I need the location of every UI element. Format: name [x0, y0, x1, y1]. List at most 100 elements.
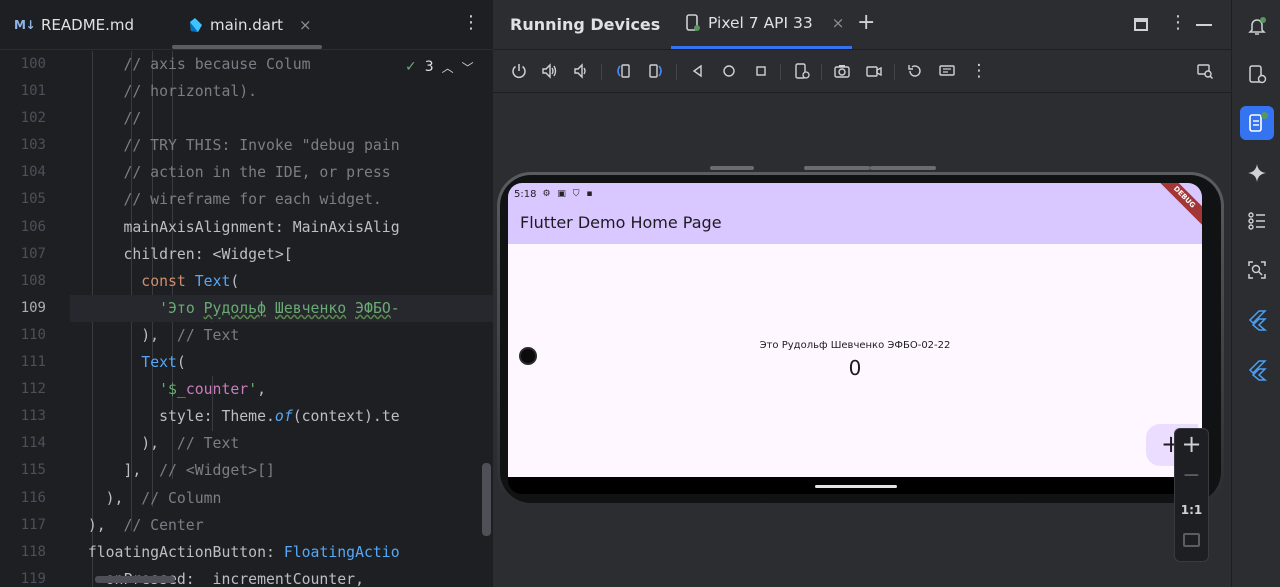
line-number: 100 [20, 56, 46, 72]
device-settings-icon[interactable] [791, 60, 813, 82]
app-bar: Flutter Demo Home Page [508, 205, 1202, 244]
code-line: // horizontal). [70, 83, 258, 101]
line-number: 110 [20, 326, 46, 343]
flutter-performance-icon[interactable] [1240, 353, 1274, 387]
line-number: 109 [20, 299, 46, 316]
navigation-bar [508, 477, 1202, 494]
panel-title: Running Devices [510, 15, 661, 34]
editor-tab-bar: M↓ README.md main.dart × ⋮ [0, 0, 493, 50]
code-line: // wireframe for each widget. [70, 191, 382, 209]
device-screen[interactable]: 5:18 ⚙ ▣ ⛉ ▪ Flutter Demo Home Page DEBU… [508, 183, 1202, 494]
running-devices-panel: Running Devices Pixel 7 API 33 × + ⋮ ⋮ 5… [493, 0, 1231, 587]
phone-button [710, 166, 754, 170]
maximize-icon[interactable] [1134, 18, 1148, 31]
app-title: Flutter Demo Home Page [520, 213, 722, 232]
line-number: 119 [20, 570, 46, 587]
zoom-in-button[interactable]: + [1175, 430, 1208, 458]
volume-down-icon[interactable] [570, 60, 592, 82]
device-manager-icon[interactable] [1240, 57, 1274, 91]
tab-main-dart[interactable]: main.dart × [187, 0, 312, 50]
line-number: 108 [20, 272, 46, 289]
flutter-inspector-icon[interactable] [1240, 303, 1274, 337]
code-line: ], // <Widget>[] [70, 462, 275, 480]
code-line: ), // Center [70, 516, 204, 534]
tab-label: main.dart [210, 16, 284, 34]
running-devices-icon[interactable] [1240, 106, 1274, 140]
tab-label: README.md [41, 16, 135, 34]
app-body: Это Рудольф Шевченко ЭФБО-02-22 0 + [508, 244, 1202, 477]
line-number: 102 [20, 110, 46, 127]
line-number: 115 [20, 462, 46, 479]
power-icon[interactable] [508, 60, 530, 82]
device-tab-label: Pixel 7 API 33 [708, 14, 813, 32]
reset-icon[interactable] [904, 60, 926, 82]
dart-icon [190, 18, 202, 32]
inspection-widget[interactable]: ✓ 3 ︿ ﹀ [402, 55, 474, 79]
emulator-display: 5:18 ⚙ ▣ ⛉ ▪ Flutter Demo Home Page DEBU… [493, 94, 1231, 587]
overview-icon[interactable] [750, 60, 772, 82]
code-line: ), // Text [70, 326, 240, 344]
tab-pixel-7[interactable]: Pixel 7 API 33 × [685, 14, 844, 32]
line-number: 116 [20, 489, 46, 506]
minimize-icon[interactable] [1196, 24, 1212, 26]
close-icon[interactable]: × [832, 14, 845, 32]
line-number: 112 [20, 381, 46, 398]
code-line: // action in the IDE, or press [70, 164, 391, 182]
find-icon[interactable] [1194, 60, 1216, 82]
rotate-right-icon[interactable] [645, 60, 667, 82]
code-line: // [70, 110, 142, 128]
line-number: 106 [20, 218, 46, 235]
student-message: Это Рудольф Шевченко ЭФБО-02-22 [759, 340, 951, 351]
check-icon: ✓ [405, 59, 417, 75]
volume-up-icon[interactable] [539, 60, 561, 82]
chevron-up-icon[interactable]: ︿ [442, 59, 454, 76]
line-number: 114 [20, 435, 46, 452]
tab-readme[interactable]: M↓ README.md [14, 0, 134, 50]
gesture-handle[interactable] [815, 485, 897, 488]
line-number: 107 [20, 245, 46, 262]
emulator-toolbar: ⋮ [493, 51, 1231, 93]
code-line-current: 'Это Рудольф Шевченко ЭФБО- [70, 294, 493, 322]
toolbar-separator [780, 64, 781, 80]
rotate-left-icon[interactable] [612, 60, 634, 82]
horizontal-scrollbar[interactable] [95, 576, 175, 583]
line-number: 117 [20, 516, 46, 533]
code-line: const Text( [141, 272, 240, 290]
zoom-out-button[interactable]: − [1175, 463, 1208, 488]
more-icon[interactable]: ⋮ [1169, 12, 1187, 33]
add-tab-icon[interactable]: + [857, 10, 875, 35]
status-bar: 5:18 ⚙ ▣ ⛉ ▪ [508, 183, 1202, 205]
actual-size-button[interactable]: 1:1 [1175, 503, 1208, 517]
screenshot-icon[interactable] [831, 60, 853, 82]
home-icon[interactable] [718, 60, 740, 82]
mirror-icon[interactable] [936, 60, 958, 82]
more-icon[interactable]: ⋮ [968, 60, 990, 82]
status-time: 5:18 [514, 188, 537, 200]
code-line: style: Theme.of(context).te [70, 408, 400, 426]
notifications-icon[interactable] [1240, 9, 1274, 43]
toolbar-separator [894, 64, 895, 80]
code-line: '$_counter', [159, 381, 267, 399]
code-line: Text( [141, 354, 186, 372]
code-area[interactable]: // axis because Colum // horizontal). //… [70, 51, 493, 587]
line-number: 101 [20, 83, 46, 100]
code-line: mainAxisAlignment: MainAxisAlig [70, 218, 400, 236]
status-dot [1261, 112, 1268, 119]
line-number: 105 [20, 191, 46, 208]
vertical-scrollbar[interactable] [482, 463, 491, 536]
layout-inspector-icon[interactable] [1240, 253, 1274, 287]
close-icon[interactable]: × [299, 16, 312, 34]
chevron-down-icon[interactable]: ﹀ [462, 59, 474, 76]
screen-record-icon[interactable] [863, 60, 885, 82]
code-line: children: <Widget>[ [70, 245, 293, 263]
code-line: floatingActionButton: FloatingActio [70, 543, 400, 561]
fit-screen-icon[interactable] [1183, 533, 1200, 547]
line-number: 118 [20, 543, 46, 560]
back-icon[interactable] [687, 60, 709, 82]
code-line: ), // Column [70, 489, 222, 507]
structure-icon[interactable] [1240, 204, 1274, 238]
gemini-icon[interactable] [1240, 156, 1274, 190]
more-icon[interactable]: ⋮ [462, 12, 480, 33]
code-line: ), // Text [70, 435, 240, 453]
toolbar-separator [601, 64, 602, 80]
